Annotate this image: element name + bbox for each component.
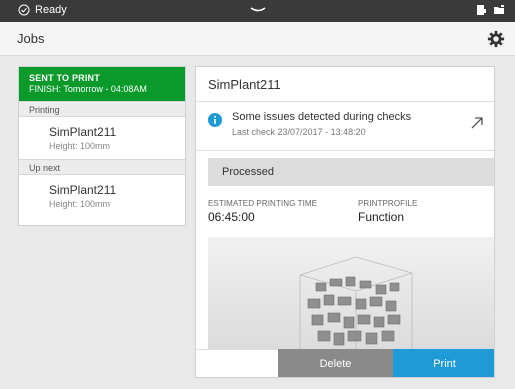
status-bar: Ready — [0, 0, 515, 22]
finish-time: FINISH: Tomorrow - 04:08AM — [29, 84, 147, 94]
folder-icon[interactable] — [493, 4, 505, 16]
estimated-time-label: ESTIMATED PRINTING TIME — [208, 199, 318, 208]
action-buttons: Delete Print — [196, 349, 494, 377]
info-icon — [208, 113, 222, 127]
check-circle-icon — [18, 4, 30, 16]
status-text: Ready — [35, 4, 67, 16]
printer-status-icon[interactable] — [475, 4, 487, 16]
job-height: Height: 100mm — [49, 141, 111, 151]
empty-action-slot — [196, 349, 278, 377]
issue-row[interactable]: Some issues detected during checks Last … — [196, 102, 494, 150]
job-height: Height: 100mm — [49, 199, 111, 209]
handle-icon[interactable] — [250, 7, 266, 13]
open-arrow-icon[interactable] — [470, 116, 484, 130]
build-preview-image — [208, 237, 494, 349]
sent-title: SENT TO PRINT — [29, 73, 100, 83]
job-title: SimPlant211 — [208, 77, 281, 92]
gear-icon[interactable] — [487, 30, 505, 48]
status-indicator: Ready — [18, 4, 67, 16]
divider — [196, 150, 494, 151]
page-title: Jobs — [17, 31, 45, 46]
printing-section-label: Printing — [19, 101, 185, 117]
print-button[interactable]: Print — [393, 349, 494, 377]
job-detail-panel: SimPlant211 Some issues detected during … — [195, 66, 495, 378]
print-profile-value: Function — [358, 210, 405, 224]
delete-button[interactable]: Delete — [278, 349, 393, 377]
job-name: SimPlant211 — [49, 125, 117, 139]
job-name: SimPlant211 — [49, 183, 117, 197]
upnext-job-item[interactable]: SimPlant211 Height: 100mm — [19, 175, 185, 217]
upnext-section-label: Up next — [19, 159, 185, 175]
job-queue-panel: SENT TO PRINT FINISH: Tomorrow - 04:08AM… — [18, 66, 186, 226]
last-check-timestamp: Last check 23/07/2017 - 13:48:20 — [232, 127, 366, 137]
estimated-time-value: 06:45:00 — [208, 210, 255, 224]
printing-job-item[interactable]: SimPlant211 Height: 100mm — [19, 117, 185, 159]
status-bar-processed: Processed — [208, 158, 494, 186]
sent-to-print-banner[interactable]: SENT TO PRINT FINISH: Tomorrow - 04:08AM — [19, 67, 185, 101]
issue-text: Some issues detected during checks — [232, 111, 412, 123]
print-profile-label: PRINTPROFILE — [358, 199, 418, 208]
app-header: Jobs — [0, 22, 515, 56]
